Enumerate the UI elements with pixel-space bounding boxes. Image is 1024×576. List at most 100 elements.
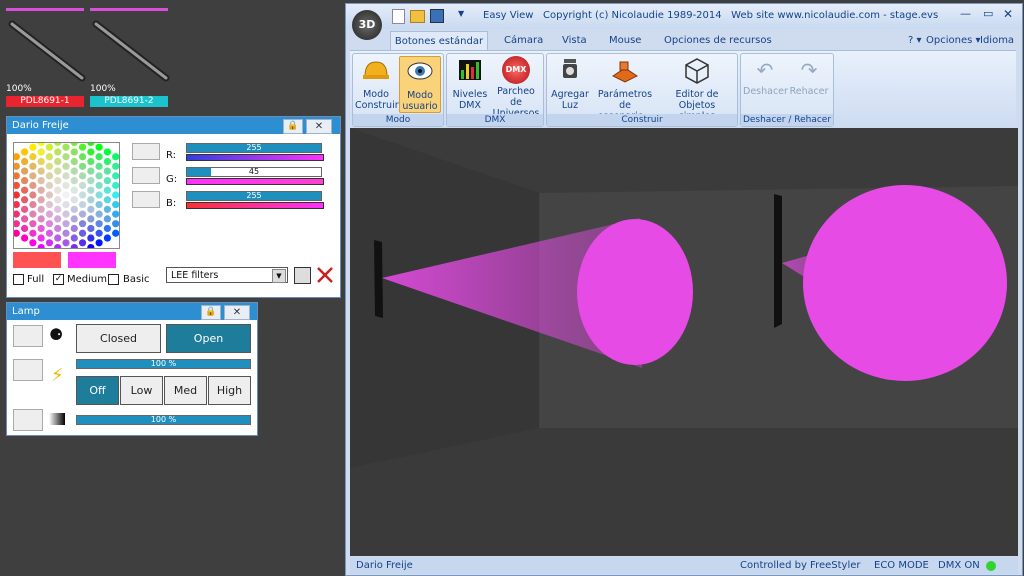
color-cell[interactable] (21, 224, 29, 233)
options-menu[interactable]: Opciones ▾ (926, 31, 981, 50)
color-cell[interactable] (62, 200, 70, 209)
lock-icon[interactable]: 🔒 (201, 305, 221, 320)
color-cell[interactable] (78, 143, 87, 151)
color-cell[interactable] (29, 181, 37, 190)
color-cell[interactable] (37, 243, 45, 252)
color-cell[interactable] (78, 172, 87, 180)
color-cell[interactable] (12, 162, 20, 170)
color-cell[interactable] (87, 196, 95, 204)
parcheo-universos-button[interactable]: DMX Parcheo de Universos (491, 56, 541, 119)
color-cell[interactable] (70, 215, 78, 223)
tab-opciones-recursos[interactable]: Opciones de recursos (664, 31, 772, 50)
g-value-bar[interactable]: 45 (186, 167, 322, 177)
color-cell[interactable] (87, 138, 95, 147)
color-cell[interactable] (62, 191, 70, 199)
color-cell[interactable] (78, 191, 87, 199)
color-cell[interactable] (21, 205, 29, 213)
color-cell[interactable] (54, 157, 62, 166)
tab-camara[interactable]: Cámara (504, 31, 543, 50)
color-cell[interactable] (78, 162, 87, 170)
niveles-dmx-button[interactable]: Niveles DMX (451, 56, 489, 111)
color-cell[interactable] (112, 191, 120, 199)
color-cell[interactable] (103, 196, 111, 204)
power-low-button[interactable]: Low (120, 376, 163, 405)
swatch-previous[interactable] (13, 252, 61, 268)
modo-usuario-button[interactable]: Modo usuario (399, 56, 441, 113)
color-cell[interactable] (54, 243, 62, 252)
color-cell[interactable] (62, 143, 70, 151)
color-cell[interactable] (62, 172, 70, 180)
color-cell[interactable] (112, 229, 120, 237)
color-cell[interactable] (12, 153, 20, 161)
color-cell[interactable] (45, 239, 54, 247)
color-cell[interactable] (87, 224, 95, 233)
color-cell[interactable] (21, 148, 29, 156)
color-cell[interactable] (95, 153, 103, 161)
color-cell[interactable] (70, 186, 78, 194)
color-cell[interactable] (87, 157, 95, 166)
color-cell[interactable] (103, 224, 111, 233)
color-cell[interactable] (95, 162, 103, 170)
color-cell[interactable] (78, 220, 87, 228)
tab-botones-estandar[interactable]: Botones estándar (390, 31, 488, 51)
power-med-button[interactable]: Med (164, 376, 207, 405)
color-cell[interactable] (62, 162, 70, 170)
color-cell[interactable] (37, 167, 45, 175)
color-cell[interactable] (37, 234, 45, 242)
color-cell[interactable] (95, 239, 103, 247)
color-cell[interactable] (54, 148, 62, 156)
filter-select[interactable]: LEE filters ▼ (166, 267, 288, 283)
b-value-bar[interactable]: 255 (186, 191, 322, 201)
color-cell[interactable] (70, 205, 78, 213)
color-cell[interactable] (95, 191, 103, 199)
close-window-icon[interactable]: ✕ (1003, 7, 1013, 21)
color-cell[interactable] (21, 157, 29, 166)
color-cell[interactable] (70, 224, 78, 233)
close-icon[interactable]: ✕ (224, 305, 250, 320)
color-cell[interactable] (87, 215, 95, 223)
power-high-button[interactable]: High (208, 376, 251, 405)
color-cell[interactable] (70, 157, 78, 166)
closed-button[interactable]: Closed (76, 324, 161, 353)
save-icon[interactable] (294, 267, 311, 284)
app-logo[interactable]: 3D (352, 10, 382, 40)
color-cell[interactable] (103, 167, 111, 175)
parametros-escenario-button[interactable]: Parámetros de escenario... (591, 56, 659, 122)
color-cell[interactable] (54, 138, 62, 147)
color-cell[interactable] (87, 234, 95, 242)
color-cell[interactable] (103, 186, 111, 194)
color-cell[interactable] (37, 157, 45, 166)
power-preset-button[interactable] (13, 359, 43, 381)
color-cell[interactable] (29, 153, 37, 161)
color-cell[interactable] (45, 172, 54, 180)
color-cell[interactable] (37, 205, 45, 213)
color-cell[interactable] (87, 205, 95, 213)
color-cell[interactable] (45, 210, 54, 218)
color-cell[interactable] (21, 196, 29, 204)
color-cell[interactable] (45, 229, 54, 237)
editor-objetos-button[interactable]: Editor de Objetos simples (661, 56, 733, 122)
color-cell[interactable] (45, 191, 54, 199)
color-cell[interactable] (62, 210, 70, 218)
color-cell[interactable] (70, 196, 78, 204)
color-cell[interactable] (21, 186, 29, 194)
color-cell[interactable] (112, 220, 120, 228)
color-cell[interactable] (21, 234, 29, 242)
color-cell[interactable] (54, 167, 62, 175)
color-cell[interactable] (103, 215, 111, 223)
color-cell[interactable] (29, 239, 37, 247)
b-preset-button[interactable] (132, 191, 160, 208)
color-cell[interactable] (37, 148, 45, 156)
color-cell[interactable] (103, 148, 111, 156)
color-cell[interactable] (87, 186, 95, 194)
delete-icon[interactable] (315, 265, 335, 285)
color-cell[interactable] (78, 181, 87, 190)
open-folder-icon[interactable] (410, 10, 425, 23)
color-cell[interactable] (103, 157, 111, 166)
color-cell[interactable] (45, 181, 54, 190)
modo-construir-button[interactable]: Modo Construir (355, 56, 399, 111)
color-cell[interactable] (87, 243, 95, 252)
color-cell[interactable] (37, 215, 45, 223)
color-cell[interactable] (29, 191, 37, 199)
color-cell[interactable] (29, 143, 37, 151)
